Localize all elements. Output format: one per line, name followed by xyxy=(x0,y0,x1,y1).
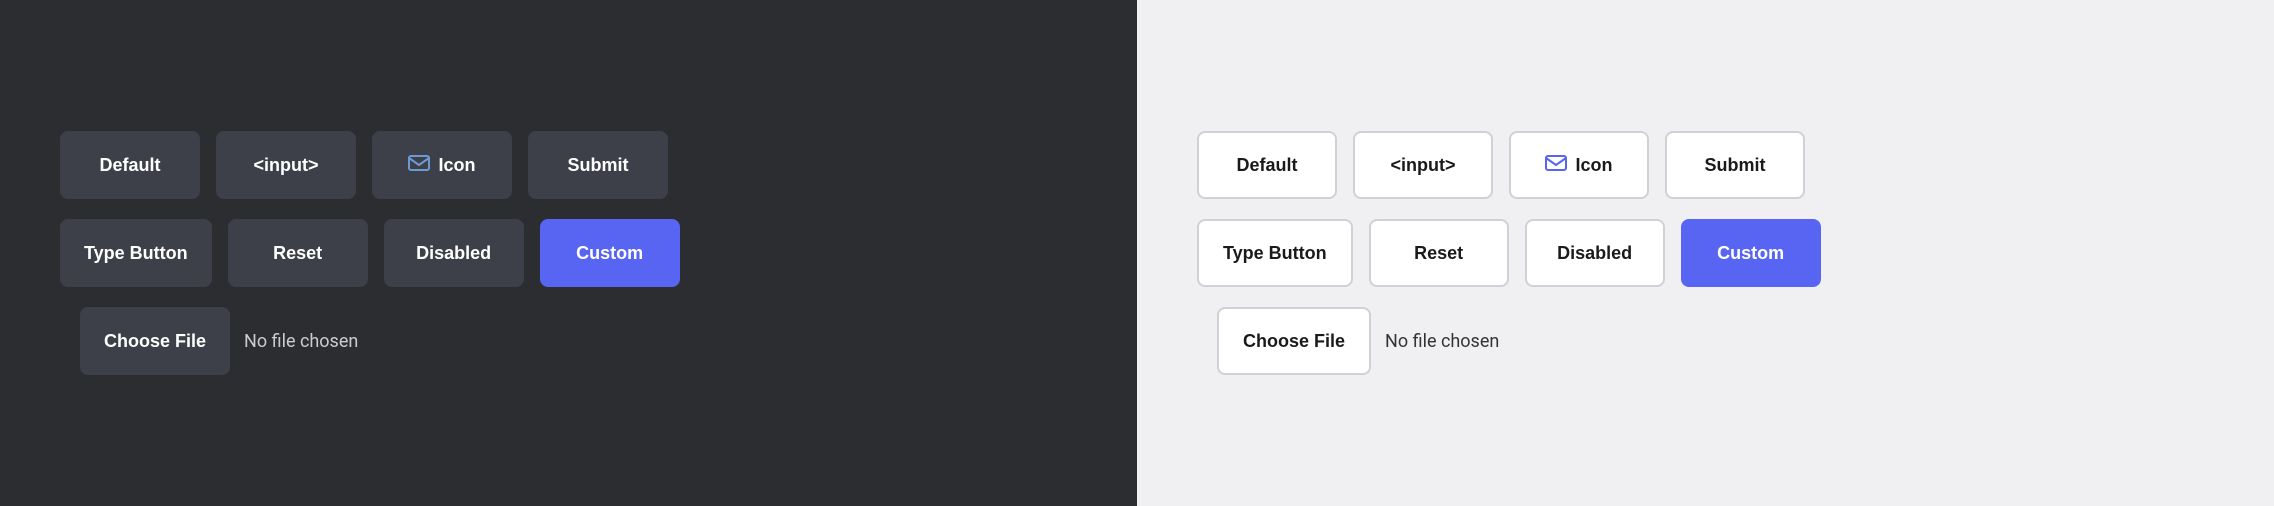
envelope-icon xyxy=(408,155,430,176)
envelope-icon-light xyxy=(1545,155,1567,176)
dark-panel: Default <input> Icon Submit Type Button … xyxy=(0,0,1137,506)
default-button-dark[interactable]: Default xyxy=(60,131,200,199)
default-button-light[interactable]: Default xyxy=(1197,131,1337,199)
light-panel: Default <input> Icon Submit Type Button … xyxy=(1137,0,2274,506)
light-row-2: Type Button Reset Disabled Custom xyxy=(1197,219,1821,287)
no-file-label-light: No file chosen xyxy=(1385,331,1499,352)
type-button-light[interactable]: Type Button xyxy=(1197,219,1353,287)
dark-row-2: Type Button Reset Disabled Custom xyxy=(60,219,680,287)
submit-button-light[interactable]: Submit xyxy=(1665,131,1805,199)
disabled-button-light[interactable]: Disabled xyxy=(1525,219,1665,287)
dark-row-1: Default <input> Icon Submit xyxy=(60,131,668,199)
custom-button-dark[interactable]: Custom xyxy=(540,219,680,287)
dark-file-row: Choose File No file chosen xyxy=(80,307,358,375)
light-file-row: Choose File No file chosen xyxy=(1217,307,1499,375)
custom-button-light[interactable]: Custom xyxy=(1681,219,1821,287)
choose-file-button-light[interactable]: Choose File xyxy=(1217,307,1371,375)
input-button-dark[interactable]: <input> xyxy=(216,131,356,199)
light-row-1: Default <input> Icon Submit xyxy=(1197,131,1805,199)
disabled-button-dark[interactable]: Disabled xyxy=(384,219,524,287)
input-button-light[interactable]: <input> xyxy=(1353,131,1493,199)
choose-file-button-dark[interactable]: Choose File xyxy=(80,307,230,375)
icon-button-dark[interactable]: Icon xyxy=(372,131,512,199)
icon-button-light[interactable]: Icon xyxy=(1509,131,1649,199)
submit-button-dark[interactable]: Submit xyxy=(528,131,668,199)
type-button-dark[interactable]: Type Button xyxy=(60,219,212,287)
reset-button-dark[interactable]: Reset xyxy=(228,219,368,287)
reset-button-light[interactable]: Reset xyxy=(1369,219,1509,287)
no-file-label-dark: No file chosen xyxy=(244,331,358,352)
